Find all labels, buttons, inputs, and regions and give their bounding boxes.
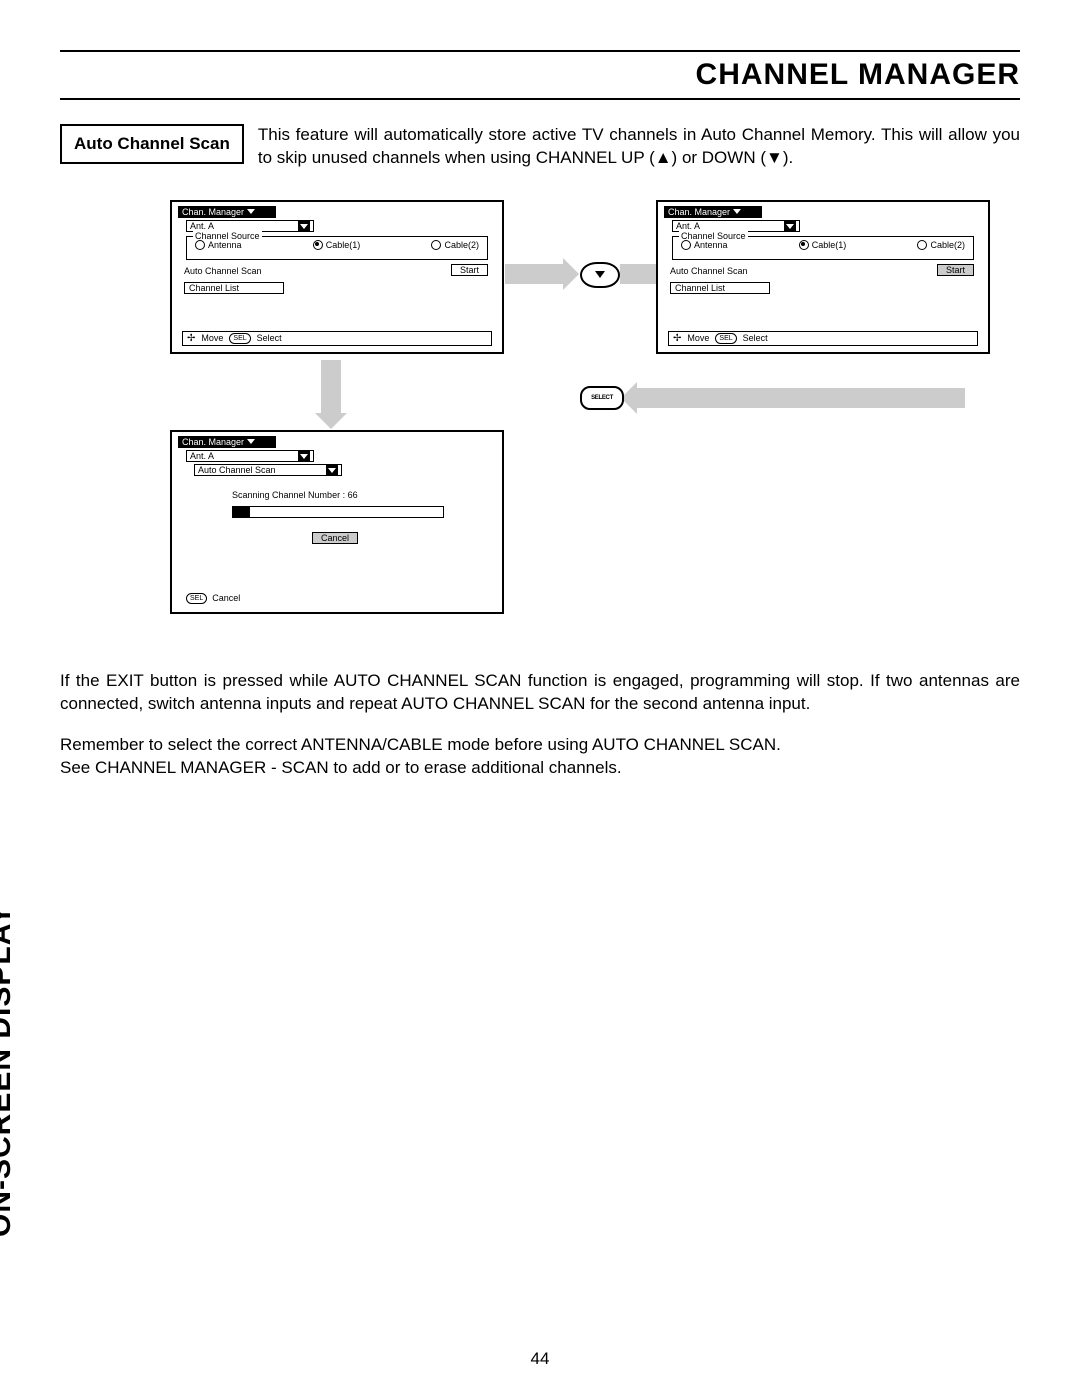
osd2-footer: ✢ Move SEL Select	[668, 331, 978, 346]
osd3-tab: Chan. Manager	[178, 436, 276, 448]
manual-page: CHANNEL MANAGER Auto Channel Scan This f…	[0, 0, 1080, 1397]
osd2-source-fieldset: Channel Source Antenna Cable(1) Cable(2)	[672, 236, 974, 260]
body-paragraph-2: Remember to select the correct ANTENNA/C…	[60, 734, 1020, 780]
diagram-area: SELECT Chan. Manager Ant. A Channel Sour…	[90, 200, 990, 650]
osd3-footer: SEL Cancel	[186, 593, 240, 604]
dropdown-icon	[328, 468, 336, 473]
osd-screen-3: Chan. Manager Ant. A Auto Channel Scan S…	[170, 430, 504, 614]
dropdown-icon	[247, 209, 255, 214]
radio-cable2: Cable(2)	[431, 240, 479, 250]
osd1-footer: ✢ Move SEL Select	[182, 331, 492, 346]
page-title: CHANNEL MANAGER	[696, 56, 1020, 98]
feature-label-box: Auto Channel Scan	[60, 124, 244, 164]
osd2-start-button-highlighted: Start	[937, 264, 974, 276]
osd3-ant: Ant. A	[186, 450, 314, 462]
osd-screen-2: Chan. Manager Ant. A Channel Source Ante…	[656, 200, 990, 354]
arrow-left-long	[635, 388, 965, 408]
sel-pill: SEL	[186, 593, 207, 604]
body-paragraph-1: If the EXIT button is pressed while AUTO…	[60, 670, 1020, 716]
page-number: 44	[0, 1349, 1080, 1369]
osd1-start-button: Start	[451, 264, 488, 276]
title-underline	[60, 98, 1020, 100]
osd2-auto-scan-label: Auto Channel Scan	[670, 266, 748, 276]
osd3-sub2: Auto Channel Scan	[194, 464, 342, 476]
sel-pill: SEL	[715, 333, 736, 344]
radio-antenna: Antenna	[195, 240, 242, 250]
arrow-down	[321, 360, 341, 415]
section-side-label: ON-SCREEN DISPLAY	[0, 904, 18, 1237]
dropdown-icon	[733, 209, 741, 214]
osd2-channel-list: Channel List	[670, 282, 770, 294]
radio-antenna: Antenna	[681, 240, 728, 250]
arrow-right-1	[505, 264, 565, 284]
osd-screen-1: Chan. Manager Ant. A Channel Source Ante…	[170, 200, 504, 354]
dropdown-icon	[786, 224, 794, 229]
source-legend: Channel Source	[679, 231, 748, 241]
nav-arrows-icon: ✢	[673, 333, 681, 344]
osd3-cancel-button: Cancel	[312, 532, 358, 544]
header-rule	[60, 50, 1020, 52]
nav-arrows-icon: ✢	[187, 333, 195, 344]
radio-cable2: Cable(2)	[917, 240, 965, 250]
intro-row: Auto Channel Scan This feature will auto…	[60, 124, 1020, 170]
remote-down-button	[580, 262, 620, 288]
dropdown-icon	[300, 224, 308, 229]
osd1-tab: Chan. Manager	[178, 206, 276, 218]
osd1-channel-list: Channel List	[184, 282, 284, 294]
remote-select-button: SELECT	[580, 386, 624, 410]
osd1-auto-scan-label: Auto Channel Scan	[184, 266, 262, 276]
osd1-source-fieldset: Channel Source Antenna Cable(1) Cable(2)	[186, 236, 488, 260]
progress-fill	[233, 507, 250, 517]
radio-cable1: Cable(1)	[799, 240, 847, 250]
title-row: CHANNEL MANAGER	[60, 56, 1020, 98]
sel-pill: SEL	[229, 333, 250, 344]
osd3-progress-bar	[232, 506, 444, 518]
source-legend: Channel Source	[193, 231, 262, 241]
dropdown-icon	[300, 454, 308, 459]
radio-cable1: Cable(1)	[313, 240, 361, 250]
osd2-tab: Chan. Manager	[664, 206, 762, 218]
osd3-scan-line: Scanning Channel Number : 66	[232, 490, 358, 500]
down-triangle-icon	[595, 271, 605, 278]
intro-text: This feature will automatically store ac…	[258, 124, 1020, 170]
dropdown-icon	[247, 439, 255, 444]
